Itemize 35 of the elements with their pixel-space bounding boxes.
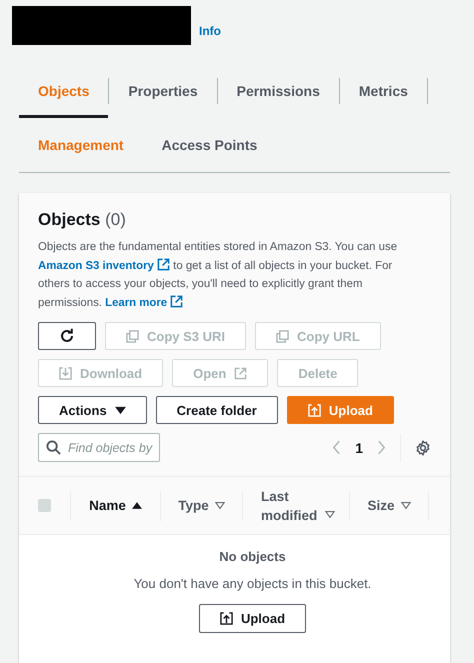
external-link[interactable]: Amazon S3 inventory xyxy=(38,260,170,272)
external-link-icon xyxy=(234,366,248,380)
copy-icon xyxy=(276,330,290,342)
empty-title: No objects xyxy=(219,549,286,564)
caret-icon xyxy=(114,406,126,414)
tab[interactable]: Metrics xyxy=(340,64,427,118)
upload-icon xyxy=(308,404,321,416)
search-field[interactable]: Find objects by xyxy=(38,433,160,462)
tab[interactable]: Permissions xyxy=(218,64,339,118)
column-header[interactable]: Type xyxy=(178,496,209,515)
download-icon xyxy=(59,366,72,380)
upload-button[interactable]: Upload xyxy=(198,604,306,633)
description-text: Objects are the fundamental entities stored in Amazon S3. You can use Amazon S3 inventory to get a list of all objects in your bucket. For others to access your objects, you'll need to explicitly grant them permissions. Learn more xyxy=(38,240,398,310)
tab[interactable]: Access Points xyxy=(142,118,276,172)
page-number[interactable]: 1 xyxy=(355,440,363,456)
refresh-icon xyxy=(59,328,75,344)
info-link[interactable]: Info xyxy=(199,24,221,38)
column-header[interactable]: Last modified xyxy=(261,486,321,524)
panel-title: Objects (0) xyxy=(38,210,127,230)
empty-message: You don't have any objects in this bucket. xyxy=(134,576,372,591)
actions-dropdown[interactable]: Actions xyxy=(38,396,147,424)
external-link[interactable]: Learn more xyxy=(105,296,184,308)
refresh-button[interactable] xyxy=(38,322,96,350)
tab[interactable]: Properties xyxy=(109,64,217,118)
upload-icon xyxy=(220,612,233,625)
select-all-checkbox[interactable] xyxy=(38,499,51,512)
column-header[interactable]: Size xyxy=(367,496,394,515)
action-button[interactable]: Create folder xyxy=(156,396,278,424)
column-header[interactable]: Name xyxy=(89,496,126,515)
copy-icon xyxy=(126,330,139,342)
next-page-icon[interactable] xyxy=(377,440,386,455)
previous-page-icon[interactable] xyxy=(332,440,342,455)
external-link-icon xyxy=(157,258,170,270)
external-link-icon xyxy=(170,294,184,308)
settings-icon[interactable] xyxy=(415,440,431,456)
